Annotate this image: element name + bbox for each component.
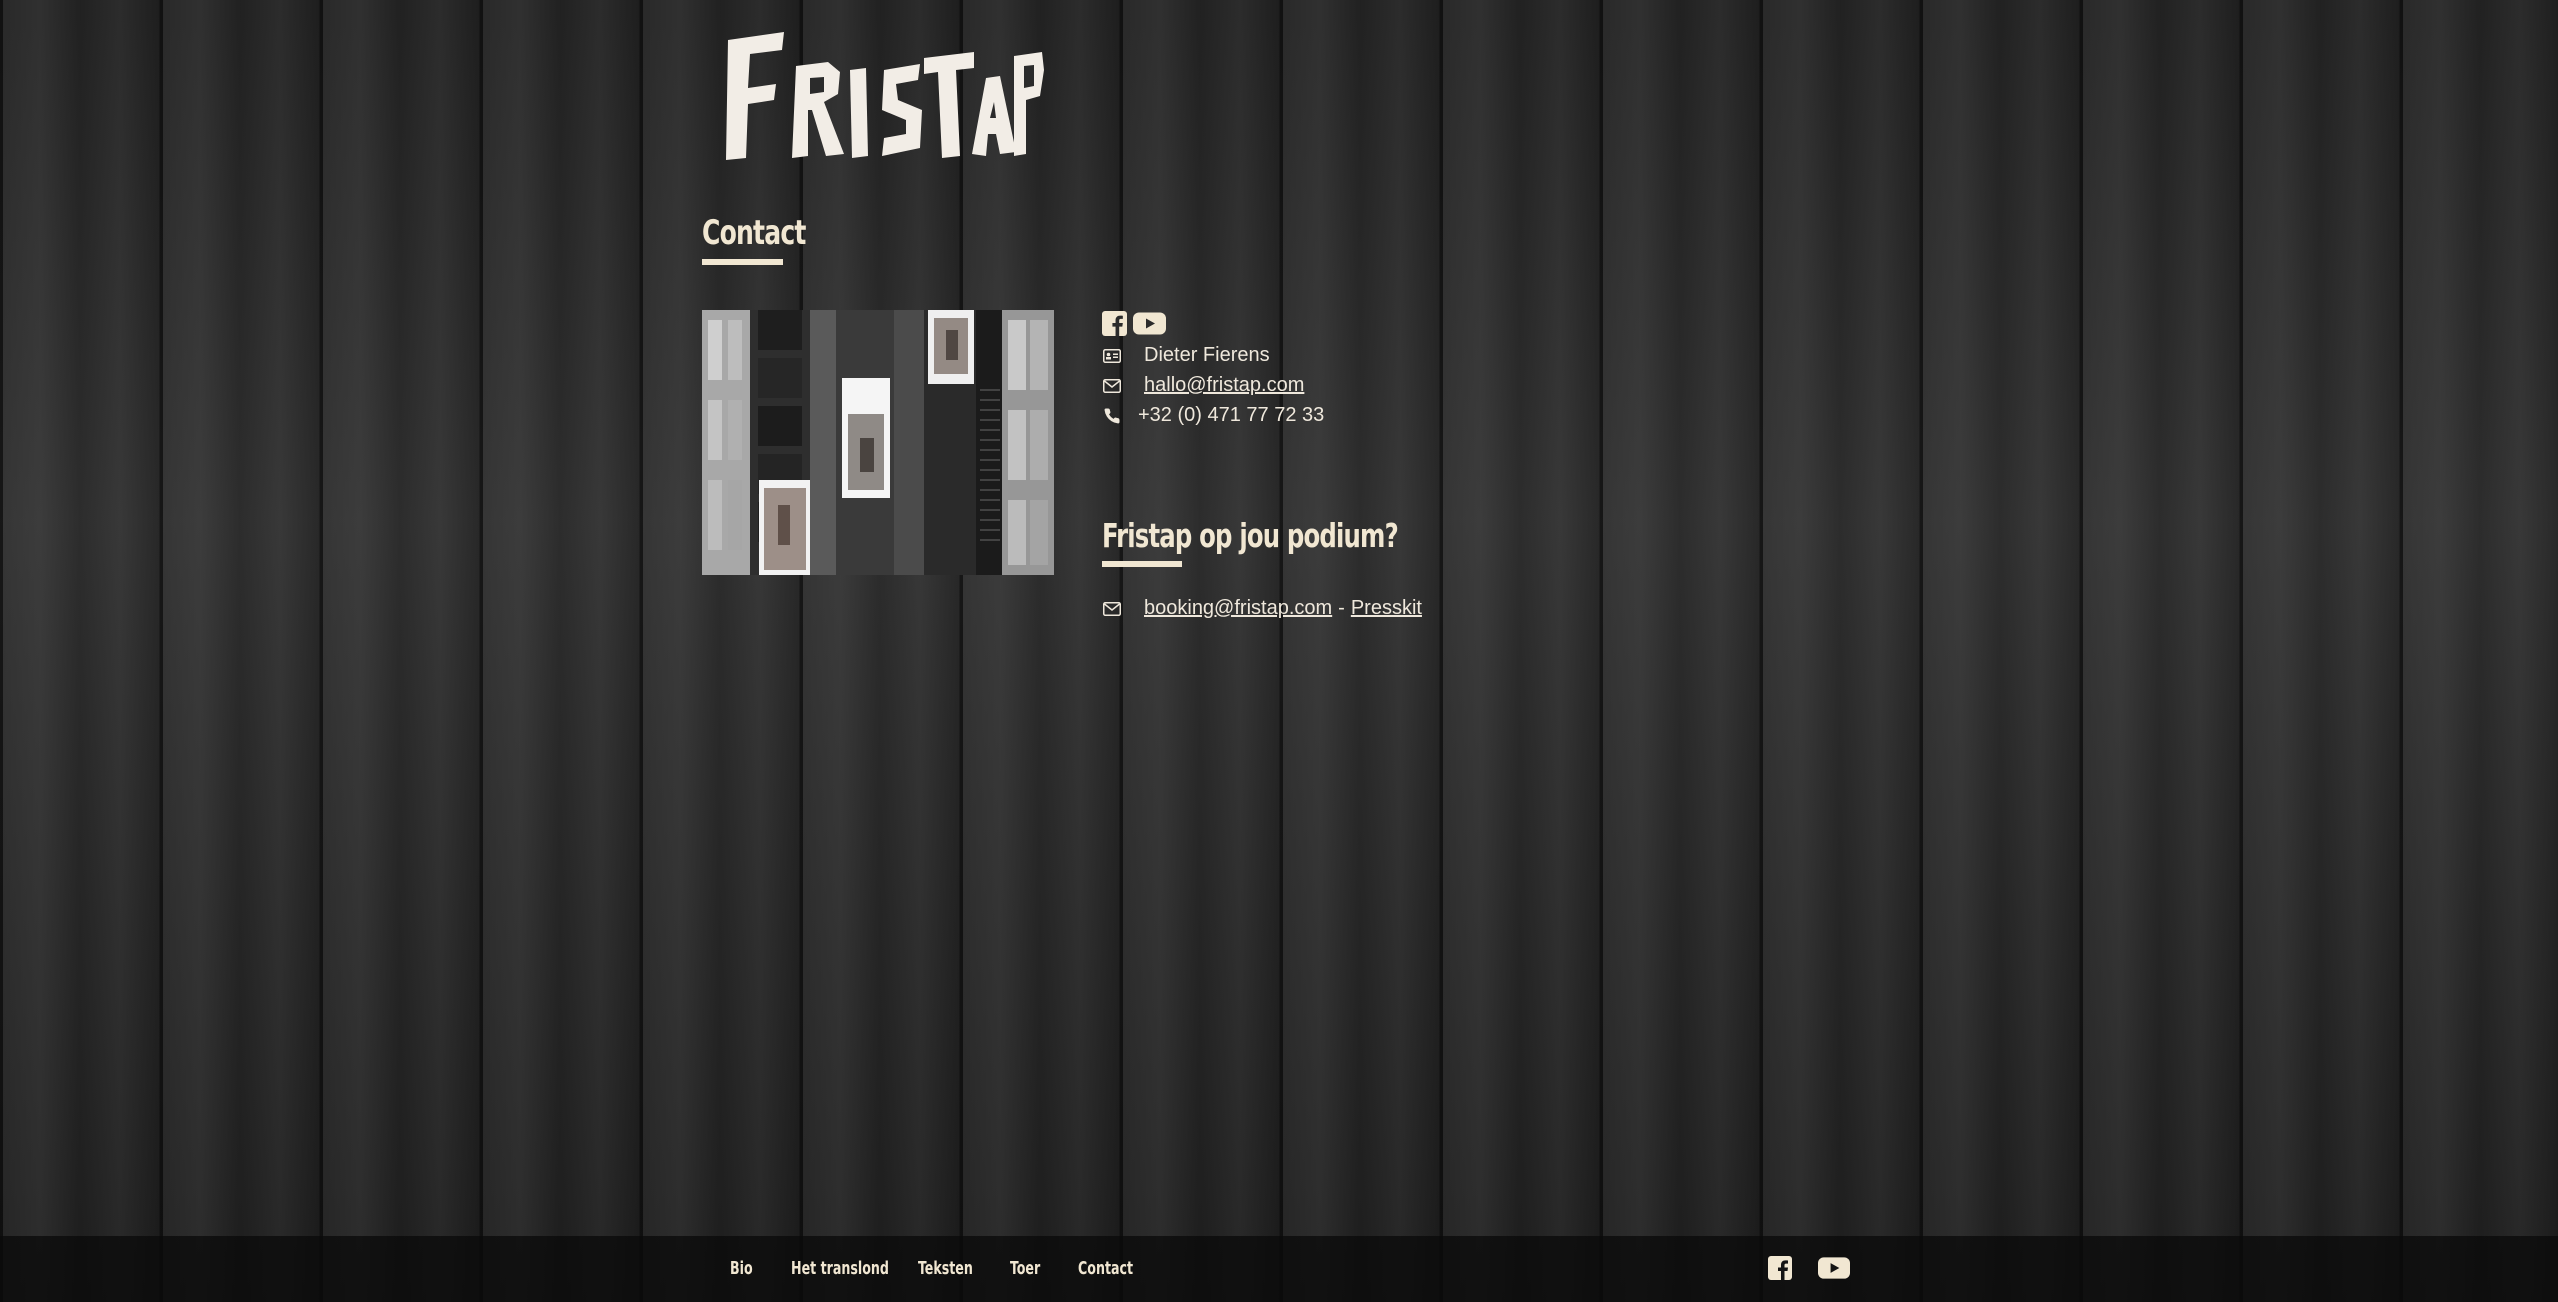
- footer: Bio Het translond Teksten Toer Contact: [0, 1236, 2558, 1302]
- booking-email-link[interactable]: booking@fristap.com: [1144, 597, 1332, 620]
- contact-phone-row: +32 (0) 471 77 72 33: [1102, 404, 1324, 427]
- title-underline: [702, 259, 783, 265]
- contact-social-links: [1102, 311, 1166, 340]
- building-photo: [702, 310, 1054, 575]
- nav-item-het-translond[interactable]: Het translond: [791, 1258, 889, 1279]
- contact-photo: [702, 310, 1054, 575]
- contact-phone: +32 (0) 471 77 72 33: [1138, 404, 1325, 426]
- id-card-icon: [1102, 346, 1122, 366]
- envelope-icon: [1102, 376, 1122, 396]
- nav-item-teksten[interactable]: Teksten: [918, 1258, 973, 1279]
- contact-name-row: Dieter Fierens: [1102, 344, 1270, 367]
- booking-row: booking@fristap.com - Presskit: [1102, 597, 1422, 620]
- youtube-icon[interactable]: [1818, 1256, 1850, 1284]
- youtube-icon[interactable]: [1133, 311, 1166, 340]
- contact-name: Dieter Fierens: [1144, 344, 1270, 366]
- nav-item-bio[interactable]: Bio: [730, 1258, 753, 1279]
- nav-item-contact[interactable]: Contact: [1078, 1258, 1133, 1279]
- presskit-link[interactable]: Presskit: [1351, 597, 1422, 620]
- facebook-icon[interactable]: [1768, 1256, 1792, 1284]
- booking-title: Fristap op jou podium?: [1102, 516, 1399, 555]
- page: Contact Dieter Fierens hallo@fristap.com…: [0, 0, 2558, 1302]
- envelope-icon: [1102, 599, 1122, 619]
- booking-title-underline: [1102, 561, 1182, 567]
- footer-social-links: [1768, 1256, 1850, 1284]
- page-title: Contact: [702, 213, 806, 253]
- contact-email-link[interactable]: hallo@fristap.com: [1144, 374, 1304, 397]
- separator: -: [1338, 597, 1345, 619]
- phone-icon: [1102, 406, 1122, 426]
- logo-graphic: [726, 32, 1044, 160]
- contact-email-row: hallo@fristap.com: [1102, 374, 1304, 397]
- site-logo[interactable]: [724, 30, 1044, 165]
- facebook-icon[interactable]: [1102, 311, 1127, 340]
- nav-item-toer[interactable]: Toer: [1010, 1258, 1040, 1279]
